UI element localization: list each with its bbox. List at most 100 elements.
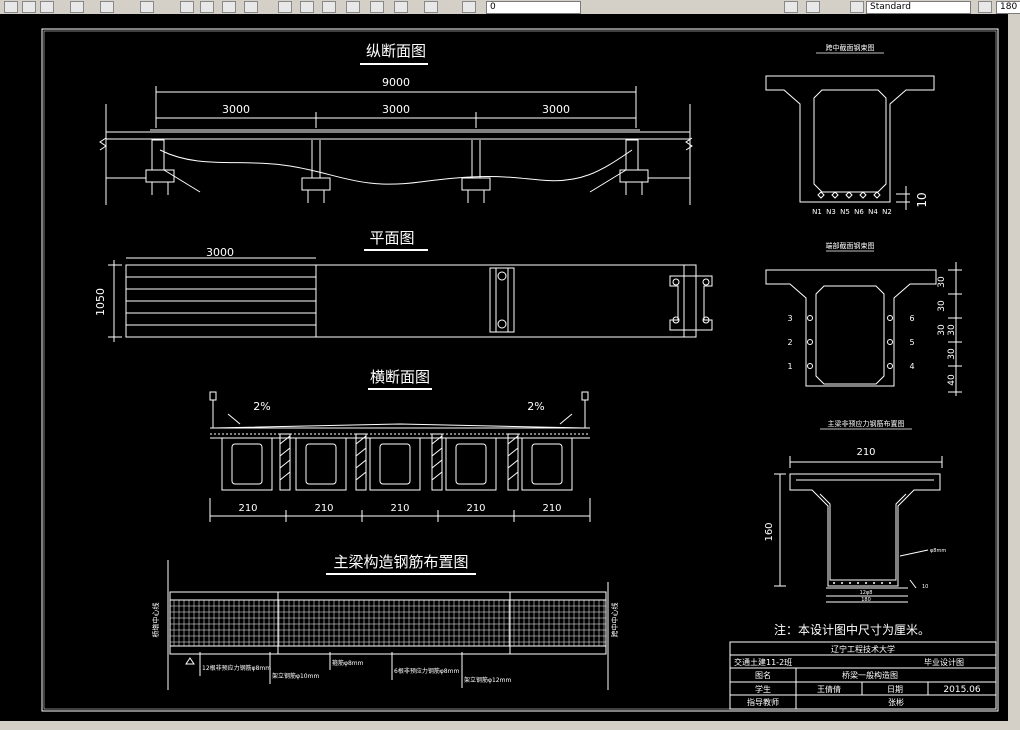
slope-left-label: 2% xyxy=(253,400,270,413)
nonprestressed-width: 210 xyxy=(856,447,875,458)
cross-section-title: 横断面图 xyxy=(370,368,430,386)
student-label: 学生 xyxy=(755,684,771,694)
layer-states-icon[interactable] xyxy=(806,1,820,13)
end-right-6: 6 xyxy=(909,314,914,323)
main-beam-rebar: 主梁构造钢筋布置图 桥墩中心线 跨中中心线 12根非预应力钢筋φ8mm 架立钢筋… xyxy=(151,553,619,690)
midspan-dim: 10 xyxy=(915,192,929,207)
span-label-2: 3000 xyxy=(382,103,410,116)
design-type: 毕业设计图 xyxy=(924,657,964,667)
outer-frame xyxy=(41,28,999,712)
tool-palette-icon[interactable] xyxy=(322,1,336,13)
longitudinal-section: 纵断面图 9000 3000 3000 3000 xyxy=(99,42,693,205)
plan-view: 平面图 3000 1050 xyxy=(94,229,713,342)
inner-frame xyxy=(43,30,997,710)
title-block: 辽宁工程技术大学 交通土建11-2班 毕业设计图 图名 桥梁一般构造图 学生 王… xyxy=(729,641,997,710)
end-left-1: 1 xyxy=(787,362,792,371)
nonprestressed-bar-label: φ8mm xyxy=(930,548,946,554)
rebar-callout-4: 6根非预应力钢筋φ8mm xyxy=(394,667,459,675)
rebar-callout-1: 12根非预应力钢筋φ8mm xyxy=(202,664,271,672)
layer-previous-icon[interactable] xyxy=(784,1,798,13)
vertical-scrollbar[interactable] xyxy=(1008,14,1020,721)
beam-width-label-3: 210 xyxy=(390,503,409,514)
end-dim-1: 30 xyxy=(937,276,947,288)
zoom-realtime-icon[interactable] xyxy=(200,1,214,13)
help-icon[interactable] xyxy=(424,1,438,13)
span-label-3: 3000 xyxy=(542,103,570,116)
plan-width-label: 1050 xyxy=(94,288,107,316)
text-style-icon[interactable] xyxy=(850,1,864,13)
advisor-label: 指导教师 xyxy=(747,697,779,707)
status-bar xyxy=(0,721,1020,730)
longitudinal-title: 纵断面图 xyxy=(366,42,426,60)
nonprestressed-bottom-1: 12φ8 xyxy=(860,590,873,596)
sheet-set-icon[interactable] xyxy=(346,1,360,13)
end-section-title: 端部截面钢束图 xyxy=(826,241,875,250)
end-dim-4: 30 xyxy=(937,324,947,336)
span-label-1: 3000 xyxy=(222,103,250,116)
text-style-select[interactable]: Standard xyxy=(866,1,971,14)
drawing-canvas[interactable]: 纵断面图 9000 3000 3000 3000 平面图 3000 1050 横… xyxy=(0,14,1020,730)
left-axis-label: 桥墩中心线 xyxy=(151,603,160,638)
tendon-n3: N3 xyxy=(826,208,836,216)
drawing-name: 桥梁一般构造图 xyxy=(842,670,898,680)
markup-icon[interactable] xyxy=(370,1,384,13)
plan-length-label: 3000 xyxy=(206,246,234,259)
tendon-n2: N2 xyxy=(882,208,892,216)
properties-icon[interactable] xyxy=(278,1,292,13)
tendon-n4: N4 xyxy=(868,208,878,216)
midspan-title: 跨中截面钢束图 xyxy=(826,43,875,52)
rebar-mesh xyxy=(170,600,606,646)
layer-manager-icon[interactable] xyxy=(462,1,476,13)
date-value: 2015.06 xyxy=(943,685,980,695)
save-file-icon[interactable] xyxy=(40,1,54,13)
end-dim-6: 40 xyxy=(947,374,957,386)
redo-icon[interactable] xyxy=(140,1,154,13)
calculator-icon[interactable] xyxy=(394,1,408,13)
student-name: 王倩倩 xyxy=(817,684,841,694)
end-dim-3: 30 xyxy=(947,324,957,336)
slope-right-label: 2% xyxy=(527,400,544,413)
nonprestressed-bottom-2: 180 xyxy=(861,597,871,603)
tendon-n5: N5 xyxy=(840,208,850,216)
zoom-previous-icon[interactable] xyxy=(244,1,258,13)
design-center-icon[interactable] xyxy=(300,1,314,13)
rebar-callout-3: 箍筋φ8mm xyxy=(332,659,364,667)
cad-toolbar: 0 Standard 180 xyxy=(0,0,1020,15)
dimension-note: 注：本设计图中尺寸为厘米。 xyxy=(774,622,930,637)
plan-title: 平面图 xyxy=(369,229,414,247)
tendon-n1: N1 xyxy=(812,208,822,216)
pan-icon[interactable] xyxy=(180,1,194,13)
new-file-icon[interactable] xyxy=(4,1,18,13)
class-label: 交通土建11-2班 xyxy=(734,657,792,667)
nonprestressed-height: 160 xyxy=(764,522,775,541)
end-left-3: 3 xyxy=(787,314,792,323)
date-label: 日期 xyxy=(887,685,903,694)
beam-width-label-1: 210 xyxy=(238,503,257,514)
print-icon[interactable] xyxy=(70,1,84,13)
open-file-icon[interactable] xyxy=(22,1,36,13)
beam-width-label-2: 210 xyxy=(314,503,333,514)
advisor-name: 张彬 xyxy=(888,697,904,707)
dim-style-select[interactable]: 180 xyxy=(996,1,1020,14)
beam-width-label-5: 210 xyxy=(542,503,561,514)
rebar-callout-5: 架立钢筋φ12mm xyxy=(464,676,511,684)
nonprestressed-title: 主梁非预应力钢筋布置图 xyxy=(828,419,905,428)
engineering-drawing: 纵断面图 9000 3000 3000 3000 平面图 3000 1050 横… xyxy=(41,28,999,712)
beam-width-label-4: 210 xyxy=(466,503,485,514)
cross-section: 横断面图 2% 2% 210 210 210 210 210 xyxy=(209,368,591,522)
end-dim-5: 30 xyxy=(947,348,957,360)
end-left-2: 2 xyxy=(787,338,792,347)
end-section: 端部截面钢束图 3 2 1 6 5 4 30 30 30 30 30 40 xyxy=(765,241,962,396)
end-right-5: 5 xyxy=(909,338,914,347)
layer-select[interactable]: 0 xyxy=(486,1,581,14)
school-name: 辽宁工程技术大学 xyxy=(831,644,895,654)
dim-style-icon[interactable] xyxy=(978,1,992,13)
right-axis-label: 跨中中心线 xyxy=(610,603,619,638)
rebar-title: 主梁构造钢筋布置图 xyxy=(333,553,468,571)
zoom-window-icon[interactable] xyxy=(222,1,236,13)
rebar-callout-2: 架立钢筋φ10mm xyxy=(272,672,319,680)
end-dim-2: 30 xyxy=(937,300,947,312)
midspan-section: 跨中截面钢束图 N1 N3 N5 N6 N4 N2 10 xyxy=(765,43,935,216)
nonprestressed-section: 主梁非预应力钢筋布置图 210 160 φ8mm 12φ8 180 10 xyxy=(764,419,946,603)
undo-icon[interactable] xyxy=(100,1,114,13)
